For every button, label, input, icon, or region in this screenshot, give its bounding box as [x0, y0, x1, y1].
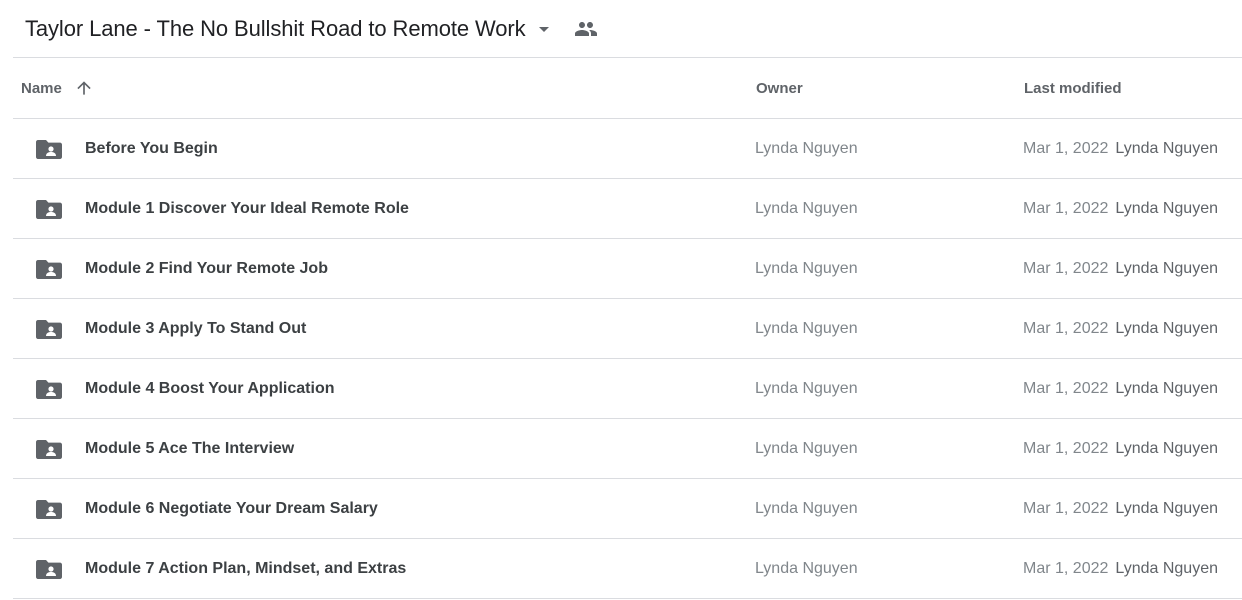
column-header-name-label: Name: [21, 79, 62, 97]
row-modified-by: Lynda Nguyen: [1115, 199, 1218, 217]
shared-folder-icon: [36, 497, 62, 521]
row-name: Module 1 Discover Your Ideal Remote Role: [85, 199, 409, 217]
folder-title-button[interactable]: Taylor Lane - The No Bullshit Road to Re…: [25, 16, 556, 42]
row-owner: Lynda Nguyen: [755, 379, 858, 397]
table-row[interactable]: Module 1 Discover Your Ideal Remote Role…: [13, 179, 1242, 239]
row-modified-date: Mar 1, 2022: [1023, 439, 1109, 457]
row-modified-date: Mar 1, 2022: [1023, 139, 1109, 157]
row-modified-by: Lynda Nguyen: [1115, 499, 1218, 517]
shared-folder-icon: [36, 437, 62, 461]
row-modified-by: Lynda Nguyen: [1115, 439, 1218, 457]
row-last-modified: Mar 1, 2022 Lynda Nguyen: [1023, 539, 1218, 598]
drive-folder-view: Taylor Lane - The No Bullshit Road to Re…: [0, 0, 1242, 600]
row-modified-date: Mar 1, 2022: [1023, 499, 1109, 517]
column-header-owner-label: Owner: [756, 79, 803, 97]
column-header-last-modified[interactable]: Last modified: [1024, 58, 1122, 118]
row-modified-by: Lynda Nguyen: [1115, 259, 1218, 277]
row-modified-by: Lynda Nguyen: [1115, 319, 1218, 337]
row-modified-date: Mar 1, 2022: [1023, 379, 1109, 397]
table-row[interactable]: Module 7 Action Plan, Mindset, and Extra…: [13, 539, 1242, 599]
row-owner: Lynda Nguyen: [755, 559, 858, 577]
table-row[interactable]: Module 5 Ace The Interview Lynda Nguyen …: [13, 419, 1242, 479]
row-modified-by: Lynda Nguyen: [1115, 559, 1218, 577]
arrow-drop-down-icon[interactable]: [532, 17, 556, 41]
row-modified-date: Mar 1, 2022: [1023, 259, 1109, 277]
row-last-modified: Mar 1, 2022 Lynda Nguyen: [1023, 119, 1218, 178]
file-list: Name Owner Last modified Before You Begi…: [13, 58, 1242, 599]
table-row[interactable]: Module 2 Find Your Remote Job Lynda Nguy…: [13, 239, 1242, 299]
row-owner: Lynda Nguyen: [755, 319, 858, 337]
row-modified-date: Mar 1, 2022: [1023, 319, 1109, 337]
shared-folder-icon: [36, 557, 62, 581]
folder-header: Taylor Lane - The No Bullshit Road to Re…: [0, 0, 1242, 57]
row-name: Module 6 Negotiate Your Dream Salary: [85, 499, 378, 517]
row-name: Before You Begin: [85, 139, 218, 157]
column-header-row: Name Owner Last modified: [13, 58, 1242, 119]
column-header-owner[interactable]: Owner: [756, 58, 803, 118]
row-owner: Lynda Nguyen: [755, 199, 858, 217]
row-owner: Lynda Nguyen: [755, 439, 858, 457]
shared-folder-icon: [36, 317, 62, 341]
row-modified-by: Lynda Nguyen: [1115, 139, 1218, 157]
row-modified-date: Mar 1, 2022: [1023, 559, 1109, 577]
row-owner: Lynda Nguyen: [755, 499, 858, 517]
row-last-modified: Mar 1, 2022 Lynda Nguyen: [1023, 359, 1218, 418]
shared-folder-icon: [36, 257, 62, 281]
row-last-modified: Mar 1, 2022 Lynda Nguyen: [1023, 479, 1218, 538]
shared-folder-icon: [36, 377, 62, 401]
table-row[interactable]: Module 3 Apply To Stand Out Lynda Nguyen…: [13, 299, 1242, 359]
arrow-up-icon[interactable]: [74, 78, 94, 98]
row-modified-by: Lynda Nguyen: [1115, 379, 1218, 397]
row-name: Module 4 Boost Your Application: [85, 379, 335, 397]
row-name: Module 5 Ace The Interview: [85, 439, 295, 457]
row-last-modified: Mar 1, 2022 Lynda Nguyen: [1023, 419, 1218, 478]
column-header-last-modified-label: Last modified: [1024, 79, 1122, 97]
row-name: Module 3 Apply To Stand Out: [85, 319, 307, 337]
row-owner: Lynda Nguyen: [755, 259, 858, 277]
row-name: Module 2 Find Your Remote Job: [85, 259, 328, 277]
folder-title: Taylor Lane - The No Bullshit Road to Re…: [25, 15, 526, 41]
table-row[interactable]: Module 6 Negotiate Your Dream Salary Lyn…: [13, 479, 1242, 539]
row-owner: Lynda Nguyen: [755, 139, 858, 157]
shared-folder-icon: [36, 197, 62, 221]
row-name: Module 7 Action Plan, Mindset, and Extra…: [85, 559, 407, 577]
row-last-modified: Mar 1, 2022 Lynda Nguyen: [1023, 299, 1218, 358]
table-row[interactable]: Module 4 Boost Your Application Lynda Ng…: [13, 359, 1242, 419]
table-row[interactable]: Before You Begin Lynda Nguyen Mar 1, 202…: [13, 119, 1242, 179]
shared-folder-icon: [36, 137, 62, 161]
row-modified-date: Mar 1, 2022: [1023, 199, 1109, 217]
row-last-modified: Mar 1, 2022 Lynda Nguyen: [1023, 179, 1218, 238]
column-header-name[interactable]: Name: [21, 58, 94, 118]
row-last-modified: Mar 1, 2022 Lynda Nguyen: [1023, 239, 1218, 298]
people-icon[interactable]: [574, 17, 598, 41]
